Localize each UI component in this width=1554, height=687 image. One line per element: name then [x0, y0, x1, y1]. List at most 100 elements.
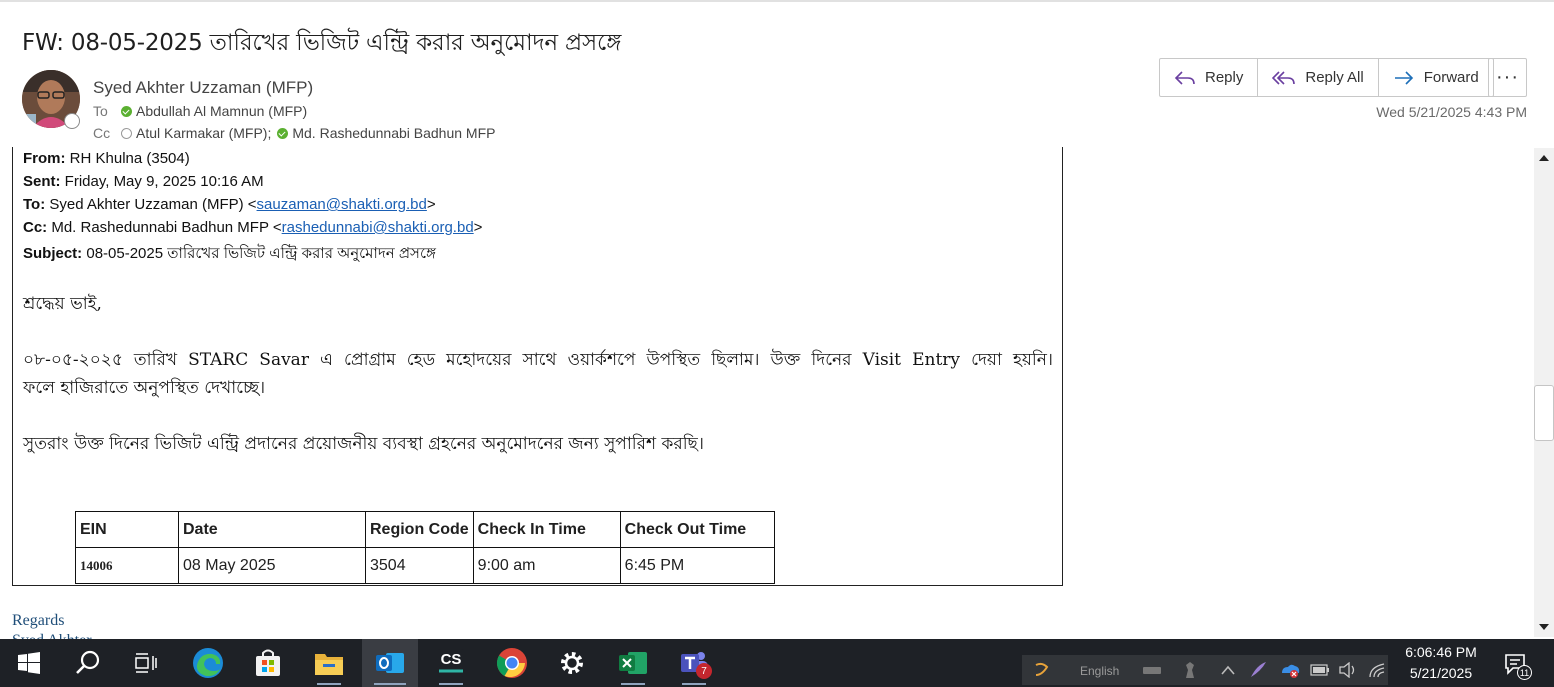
table-row: 14006 08 May 2025 3504 9:00 am 6:45 PM: [75, 547, 775, 584]
table-cell: 14006: [75, 547, 179, 584]
forward-label: Forward: [1423, 69, 1479, 86]
scroll-up-button[interactable]: [1534, 148, 1554, 168]
bangla-keyboard-icon: [1035, 662, 1049, 676]
teams-notification-badge: 7: [696, 663, 712, 679]
running-indicator: [374, 683, 406, 685]
file-explorer-icon: [315, 654, 343, 675]
fw-to-email-link[interactable]: sauzaman@shakti.org.bd: [257, 196, 427, 213]
fw-subject-label: Subject:: [23, 245, 83, 262]
greeting: শ্রদ্ধেয় ভাই,: [23, 294, 102, 314]
fw-cc-email-link[interactable]: rashedunnabi@shakti.org.bd: [282, 219, 474, 236]
network-tray[interactable]: [1366, 652, 1390, 687]
chevron-up-icon: [1221, 665, 1235, 675]
store-app[interactable]: [244, 639, 292, 687]
battery-tray[interactable]: [1308, 652, 1332, 687]
keyboard-tray[interactable]: [1140, 652, 1164, 687]
scroll-up-icon: [1539, 155, 1549, 161]
outlook-icon: [376, 653, 404, 673]
fw-cc-label: Cc:: [23, 219, 48, 236]
wifi-icon: [1369, 663, 1385, 678]
table-header-cell: EIN: [75, 511, 179, 548]
fw-sent-label: Sent:: [23, 173, 61, 190]
sender-name[interactable]: Syed Akhter Uzzaman (MFP): [93, 78, 313, 98]
task-view-button[interactable]: [122, 639, 170, 687]
top-divider: [0, 0, 1554, 2]
teams-app[interactable]: 7: [670, 639, 718, 687]
table-header-cell: Date: [178, 511, 366, 548]
show-hidden-icons-button[interactable]: [1216, 652, 1240, 687]
bangla-keyboard-tray[interactable]: [1030, 652, 1054, 687]
edge-app[interactable]: [184, 639, 232, 687]
action-center-button[interactable]: 11: [1504, 652, 1532, 681]
keyboard-icon: [1143, 667, 1161, 674]
fw-to-close: >: [426, 196, 436, 213]
fw-subject-line: Subject: 08-05-2025 তারিখের ভিজিট এন্ট্র…: [23, 242, 436, 267]
cc-recipient-1[interactable]: Atul Karmakar (MFP);: [136, 125, 271, 141]
message-body: From: RH Khulna (3504) Sent: Friday, May…: [12, 147, 1063, 586]
pen-feather-icon: [1251, 662, 1266, 677]
settings-app[interactable]: [548, 639, 596, 687]
table-cell: 9:00 am: [472, 547, 621, 584]
input-language[interactable]: English: [1080, 664, 1119, 678]
body-paragraph-1-line-1: ০৮-০৫-২০২৫ তারিখ STARC Savar এ প্রোগ্রাম…: [23, 350, 1053, 370]
to-line: To Abdullah Al Mamnun (MFP): [93, 103, 307, 119]
received-datetime: Wed 5/21/2025 4:43 PM: [1376, 104, 1527, 120]
reply-all-label: Reply All: [1305, 69, 1364, 86]
scrollbar-thumb[interactable]: [1534, 385, 1554, 441]
ink-tray[interactable]: [1246, 652, 1270, 687]
fw-to-label: To:: [23, 196, 46, 213]
email-subject: FW: 08-05-2025 তারিখের ভিজিট এন্ট্রি করা…: [22, 30, 622, 56]
forward-button[interactable]: Forward: [1379, 59, 1493, 96]
running-indicator: [621, 683, 645, 685]
fw-subject-value: 08-05-2025 তারিখের ভিজিট এন্ট্রি করার অন…: [82, 245, 436, 262]
scroll-down-button[interactable]: [1534, 617, 1554, 637]
cc-line: Cc Atul Karmakar (MFP); Md. Rashedunnabi…: [93, 125, 495, 141]
task-view-icon: [135, 653, 157, 673]
cs-app[interactable]: CS: [427, 639, 475, 687]
forward-arrow-icon: [1394, 70, 1413, 85]
fw-cc-value: Md. Rashedunnabi Badhun MFP <: [47, 219, 282, 236]
more-icon: ···: [1496, 66, 1519, 88]
table-cell: 08 May 2025: [178, 547, 366, 584]
search-button[interactable]: [64, 639, 112, 687]
fw-sent-line: Sent: Friday, May 9, 2025 10:16 AM: [23, 173, 264, 190]
start-icon: [18, 652, 40, 674]
outlook-app[interactable]: [362, 639, 418, 687]
to-recipient[interactable]: Abdullah Al Mamnun (MFP): [136, 103, 307, 119]
excel-app[interactable]: [609, 639, 657, 687]
cc-label: Cc: [93, 125, 111, 141]
table-header-cell: Region Code: [365, 511, 474, 548]
more-actions-button[interactable]: ···: [1488, 58, 1527, 97]
message-actions: Reply Reply All Forward: [1159, 58, 1494, 97]
offline-status-icon: [121, 127, 132, 139]
chrome-app[interactable]: [488, 639, 536, 687]
notification-count: 11: [1517, 665, 1532, 680]
to-label: To: [93, 103, 108, 119]
pen-tray[interactable]: [1178, 652, 1202, 687]
scroll-down-icon: [1539, 624, 1549, 630]
cc-recipient-2[interactable]: Md. Rashedunnabi Badhun MFP: [292, 125, 495, 141]
signature-name: Syed Akhter: [12, 632, 92, 639]
edge-icon: [193, 648, 223, 678]
clock-time: 6:06:46 PM: [1405, 644, 1477, 660]
store-icon: [256, 649, 280, 676]
table-header-cell: Check Out Time: [619, 511, 775, 548]
taskbar-clock[interactable]: 6:06:46 PM 5/21/2025: [1396, 642, 1486, 684]
volume-tray[interactable]: [1336, 652, 1360, 687]
fw-from-value: RH Khulna (3504): [65, 150, 190, 167]
battery-icon: [1310, 664, 1329, 676]
settings-icon: [561, 652, 583, 674]
file-explorer-app[interactable]: [305, 639, 353, 687]
reply-all-button[interactable]: Reply All: [1258, 59, 1379, 96]
chess-piece-icon: [1186, 662, 1194, 678]
onedrive-tray[interactable]: [1278, 652, 1302, 687]
fw-from-line: From: RH Khulna (3504): [23, 150, 190, 167]
available-status-icon: [277, 127, 289, 139]
running-indicator: [439, 683, 463, 685]
presence-status-icon: [64, 113, 80, 129]
fw-sent-value: Friday, May 9, 2025 10:16 AM: [60, 173, 264, 190]
start-button[interactable]: [6, 639, 52, 687]
reply-label: Reply: [1205, 69, 1244, 86]
reply-button[interactable]: Reply: [1160, 59, 1259, 96]
table-header-row: EIN Date Region Code Check In Time Check…: [75, 511, 775, 548]
